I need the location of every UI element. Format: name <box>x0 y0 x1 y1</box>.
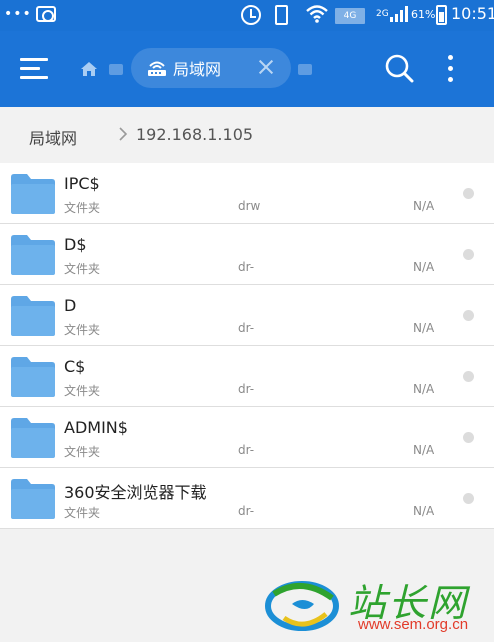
file-type: 文件夹 <box>64 445 101 459</box>
file-permissions: dr- <box>238 443 255 457</box>
watermark: 站长网 www.sem.org.cn <box>262 572 492 638</box>
tab-lan[interactable]: 局域网 <box>131 48 291 88</box>
battery-percent: 61% <box>411 8 436 21</box>
file-name: D$ <box>64 235 87 254</box>
file-permissions: drw <box>238 199 261 213</box>
select-checkbox[interactable] <box>463 310 474 321</box>
folder-icon <box>11 174 55 214</box>
folder-icon <box>11 357 55 397</box>
file-type: 文件夹 <box>64 262 101 276</box>
app-bar: 局域网 <box>0 31 494 107</box>
select-checkbox[interactable] <box>463 432 474 443</box>
watermark-url: www.sem.org.cn <box>358 616 469 633</box>
list-item[interactable]: ADMIN$ 文件夹 dr- N/A <box>0 407 494 468</box>
file-name: 360安全浏览器下载 <box>64 483 207 502</box>
file-name: IPC$ <box>64 174 100 193</box>
file-type: 文件夹 <box>64 201 101 215</box>
folder-icon <box>11 479 55 519</box>
menu-icon[interactable] <box>20 58 48 80</box>
file-size: N/A <box>413 443 435 457</box>
folder-icon <box>11 296 55 336</box>
file-size: N/A <box>413 321 435 335</box>
file-permissions: dr- <box>238 321 255 335</box>
camera-icon <box>36 6 56 22</box>
file-list: IPC$ 文件夹 drw N/A D$ 文件夹 dr- N/A D 文件夹 dr… <box>0 163 494 529</box>
select-checkbox[interactable] <box>463 371 474 382</box>
network-badge: 4G <box>335 8 365 24</box>
phone-icon <box>275 5 288 25</box>
tab-separator-icon <box>109 64 123 75</box>
breadcrumb-current[interactable]: 192.168.1.105 <box>136 125 253 144</box>
tab-label: 局域网 <box>173 60 222 79</box>
notification-dots: ••• <box>4 6 32 22</box>
wifi-icon <box>305 4 329 29</box>
alarm-icon <box>241 5 261 25</box>
breadcrumb: 局域网 192.168.1.105 <box>0 107 494 163</box>
list-item[interactable]: D 文件夹 dr- N/A <box>0 285 494 346</box>
search-icon[interactable] <box>384 53 414 83</box>
select-checkbox[interactable] <box>463 249 474 260</box>
file-size: N/A <box>413 382 435 396</box>
file-size: N/A <box>413 199 435 213</box>
folder-icon <box>11 418 55 458</box>
folder-icon <box>11 235 55 275</box>
clock: 10:51 <box>451 4 494 23</box>
list-item[interactable]: C$ 文件夹 dr- N/A <box>0 346 494 407</box>
close-icon[interactable] <box>257 58 275 76</box>
file-name: ADMIN$ <box>64 418 128 437</box>
file-permissions: dr- <box>238 382 255 396</box>
file-name: D <box>64 296 77 315</box>
file-size: N/A <box>413 504 435 518</box>
list-item[interactable]: IPC$ 文件夹 drw N/A <box>0 163 494 224</box>
site-logo-icon <box>262 574 342 636</box>
select-checkbox[interactable] <box>463 188 474 199</box>
secondary-network-label: 2G <box>376 9 389 19</box>
status-bar: ••• 4G 2G 61% 10:51 <box>0 0 494 31</box>
file-size: N/A <box>413 260 435 274</box>
file-permissions: dr- <box>238 504 255 518</box>
signal-icon <box>390 6 408 22</box>
lan-icon <box>146 57 168 79</box>
select-checkbox[interactable] <box>463 493 474 504</box>
tab-separator-icon <box>298 64 312 75</box>
file-type: 文件夹 <box>64 323 101 337</box>
file-name: C$ <box>64 357 86 376</box>
battery-icon <box>436 5 447 25</box>
more-icon[interactable] <box>445 55 455 85</box>
file-type: 文件夹 <box>64 506 101 520</box>
breadcrumb-root[interactable]: 局域网 <box>29 125 77 149</box>
chevron-right-icon <box>117 127 129 141</box>
file-type: 文件夹 <box>64 384 101 398</box>
list-item[interactable]: 360安全浏览器下载 文件夹 dr- N/A <box>0 468 494 529</box>
home-icon[interactable] <box>80 61 98 77</box>
file-permissions: dr- <box>238 260 255 274</box>
list-item[interactable]: D$ 文件夹 dr- N/A <box>0 224 494 285</box>
